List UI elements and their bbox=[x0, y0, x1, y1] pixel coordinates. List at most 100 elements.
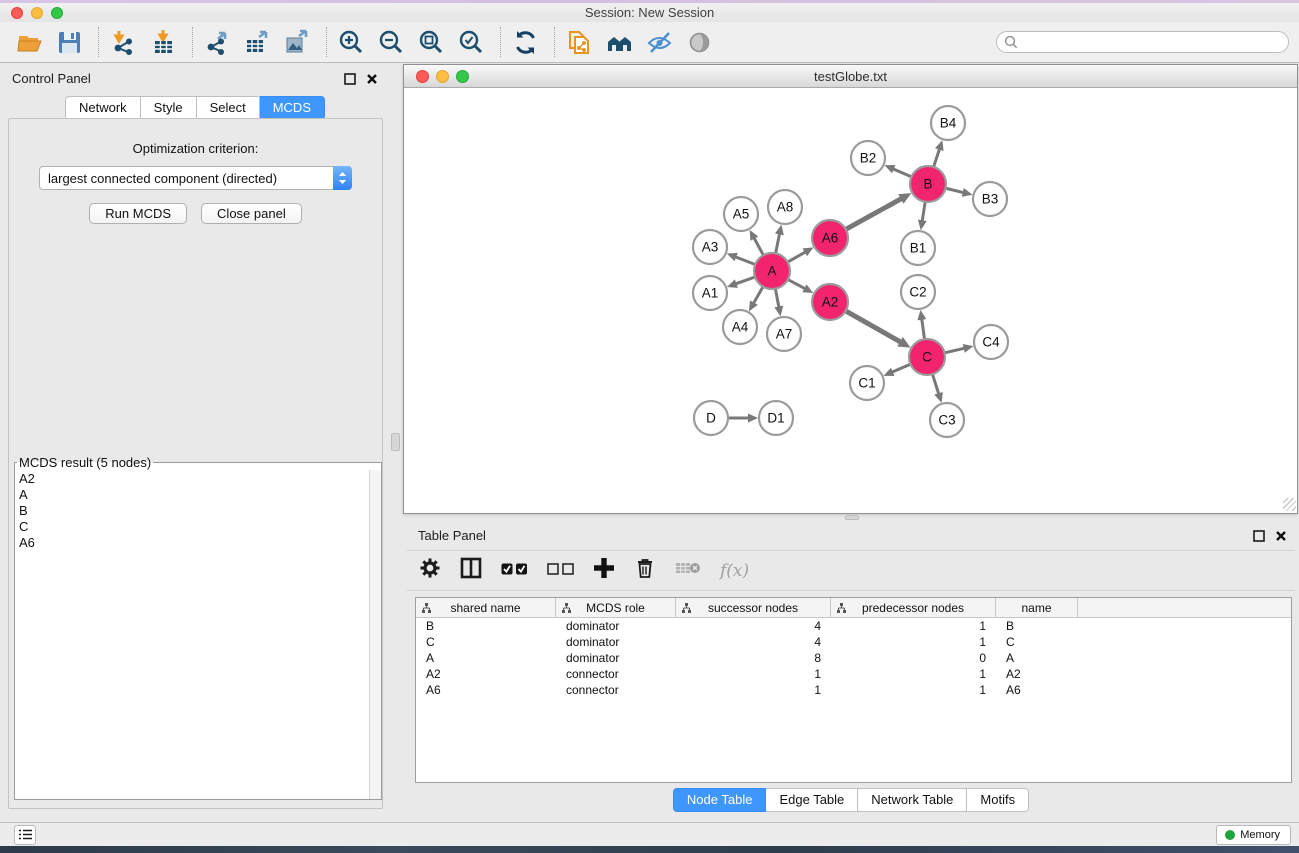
edge-C-C3[interactable] bbox=[932, 372, 939, 394]
delete-columns-trash-icon[interactable] bbox=[634, 557, 656, 584]
edge-A2-C[interactable] bbox=[844, 310, 901, 342]
edge-A-A2[interactable] bbox=[786, 279, 805, 289]
column-header-MCDS-role[interactable]: MCDS role bbox=[556, 598, 676, 617]
result-scrollbar[interactable] bbox=[369, 470, 381, 799]
cell-MCDS-role[interactable]: connector bbox=[556, 683, 676, 697]
criterion-select[interactable]: largest connected component (directed) bbox=[39, 166, 352, 190]
export-table-icon[interactable] bbox=[244, 29, 271, 56]
table-settings-gear-icon[interactable] bbox=[419, 557, 441, 584]
cell-MCDS-role[interactable]: dominator bbox=[556, 651, 676, 665]
zoom-selected-icon[interactable] bbox=[458, 29, 485, 56]
tab-motifs[interactable]: Motifs bbox=[967, 788, 1029, 812]
cell-successor-nodes[interactable]: 1 bbox=[676, 683, 831, 697]
edge-A-A5[interactable] bbox=[754, 238, 764, 257]
close-table-panel-icon[interactable] bbox=[1275, 530, 1287, 542]
cell-successor-nodes[interactable]: 4 bbox=[676, 619, 831, 633]
tab-network[interactable]: Network bbox=[65, 96, 141, 120]
close-window-button[interactable] bbox=[11, 7, 23, 19]
column-header-name[interactable]: name bbox=[996, 598, 1078, 617]
export-image-icon[interactable] bbox=[284, 29, 311, 56]
network-graph[interactable]: B4B2BB3A5A8A6A3B1AC2A1A2A4A7C4CC1DD1C3 bbox=[404, 88, 1297, 512]
cell-predecessor-nodes[interactable]: 1 bbox=[831, 635, 996, 649]
edge-A-A8[interactable] bbox=[775, 233, 779, 255]
table-row[interactable]: Cdominator41C bbox=[416, 634, 1291, 650]
resize-grip-icon[interactable] bbox=[1283, 498, 1296, 511]
close-panel-button[interactable]: Close panel bbox=[201, 203, 302, 224]
column-header-shared-name[interactable]: shared name bbox=[416, 598, 556, 617]
hide-graphics-details-icon[interactable] bbox=[646, 29, 673, 56]
show-column-selector-icon[interactable] bbox=[460, 557, 482, 584]
cell-predecessor-nodes[interactable]: 1 bbox=[831, 619, 996, 633]
edge-A-A1[interactable] bbox=[735, 276, 756, 284]
close-panel-icon[interactable] bbox=[366, 73, 378, 85]
table-row[interactable]: A6connector11A6 bbox=[416, 682, 1291, 698]
cell-successor-nodes[interactable]: 8 bbox=[676, 651, 831, 665]
tab-network-table[interactable]: Network Table bbox=[858, 788, 967, 812]
cell-shared-name[interactable]: B bbox=[416, 619, 556, 633]
zoom-fit-icon[interactable] bbox=[418, 29, 445, 56]
network-zoom-button[interactable] bbox=[456, 70, 469, 83]
cell-shared-name[interactable]: A2 bbox=[416, 667, 556, 681]
cell-name[interactable]: C bbox=[996, 635, 1078, 649]
cell-successor-nodes[interactable]: 1 bbox=[676, 667, 831, 681]
cell-successor-nodes[interactable]: 4 bbox=[676, 635, 831, 649]
select-all-columns-icon[interactable] bbox=[501, 562, 528, 580]
unselect-all-columns-icon[interactable] bbox=[547, 562, 574, 580]
float-panel-icon[interactable] bbox=[344, 73, 356, 85]
cell-name[interactable]: A bbox=[996, 651, 1078, 665]
table-row[interactable]: A2connector11A2 bbox=[416, 666, 1291, 682]
minimize-window-button[interactable] bbox=[31, 7, 43, 19]
cell-predecessor-nodes[interactable]: 1 bbox=[831, 683, 996, 697]
export-network-icon[interactable] bbox=[204, 29, 231, 56]
tab-mcds[interactable]: MCDS bbox=[260, 96, 325, 120]
run-mcds-button[interactable]: Run MCDS bbox=[89, 203, 187, 224]
result-item[interactable]: A2 bbox=[15, 471, 369, 487]
result-item[interactable]: B bbox=[15, 503, 369, 519]
edge-B-B3[interactable] bbox=[944, 188, 964, 193]
network-minimize-button[interactable] bbox=[436, 70, 449, 83]
tab-node-table[interactable]: Node Table bbox=[673, 788, 767, 812]
network-canvas[interactable]: B4B2BB3A5A8A6A3B1AC2A1A2A4A7C4CC1DD1C3 bbox=[404, 88, 1297, 512]
edge-A-A6[interactable] bbox=[786, 252, 806, 263]
first-neighbors-icon[interactable] bbox=[606, 29, 633, 56]
search-input[interactable] bbox=[1023, 35, 1288, 49]
cell-MCDS-role[interactable]: connector bbox=[556, 667, 676, 681]
column-header-successor-nodes[interactable]: successor nodes bbox=[676, 598, 831, 617]
cell-predecessor-nodes[interactable]: 1 bbox=[831, 667, 996, 681]
horizontal-splitter-handle[interactable] bbox=[845, 515, 859, 520]
zoom-in-icon[interactable] bbox=[338, 29, 365, 56]
import-table-icon[interactable] bbox=[150, 29, 177, 56]
edge-B-B4[interactable] bbox=[933, 149, 940, 169]
cell-shared-name[interactable]: A bbox=[416, 651, 556, 665]
edge-A-A4[interactable] bbox=[753, 285, 764, 304]
float-table-panel-icon[interactable] bbox=[1253, 530, 1265, 542]
cell-name[interactable]: A2 bbox=[996, 667, 1078, 681]
cell-MCDS-role[interactable]: dominator bbox=[556, 635, 676, 649]
network-close-button[interactable] bbox=[416, 70, 429, 83]
edge-C-C1[interactable] bbox=[892, 363, 913, 372]
vertical-splitter-handle[interactable] bbox=[391, 433, 400, 451]
tab-style[interactable]: Style bbox=[141, 96, 197, 120]
edge-B-B2[interactable] bbox=[893, 169, 914, 178]
tab-edge-table[interactable]: Edge Table bbox=[766, 788, 858, 812]
cell-name[interactable]: B bbox=[996, 619, 1078, 633]
zoom-out-icon[interactable] bbox=[378, 29, 405, 56]
new-network-from-selection-icon[interactable] bbox=[566, 29, 593, 56]
edge-A6-B[interactable] bbox=[844, 198, 902, 230]
create-new-column-icon[interactable] bbox=[593, 557, 615, 584]
cell-predecessor-nodes[interactable]: 0 bbox=[831, 651, 996, 665]
column-header-predecessor-nodes[interactable]: predecessor nodes bbox=[831, 598, 996, 617]
show-graphics-details-icon[interactable] bbox=[686, 29, 713, 56]
edge-B-B1[interactable] bbox=[922, 200, 925, 222]
table-row[interactable]: Bdominator41B bbox=[416, 618, 1291, 634]
cell-MCDS-role[interactable]: dominator bbox=[556, 619, 676, 633]
memory-button[interactable]: Memory bbox=[1216, 825, 1291, 845]
zoom-window-button[interactable] bbox=[51, 7, 63, 19]
edge-C-C2[interactable] bbox=[922, 319, 925, 341]
result-item[interactable]: C bbox=[15, 519, 369, 535]
result-item[interactable]: A bbox=[15, 487, 369, 503]
edge-A-A7[interactable] bbox=[775, 287, 779, 308]
edge-A-A3[interactable] bbox=[735, 257, 757, 265]
cell-name[interactable]: A6 bbox=[996, 683, 1078, 697]
import-network-icon[interactable] bbox=[110, 29, 137, 56]
